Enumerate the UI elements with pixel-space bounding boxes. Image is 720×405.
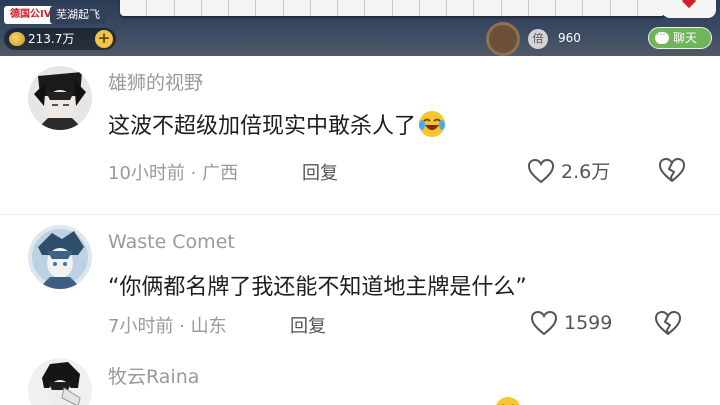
avatar[interactable] [28, 225, 92, 289]
heart-icon [530, 310, 558, 336]
card-row [120, 0, 665, 16]
dislike-button[interactable] [654, 310, 682, 340]
comment-username[interactable]: Waste Comet [108, 231, 235, 253]
meta-separator: · [173, 316, 191, 337]
game-screen-strip: 德国公IV 芜湖起飞 213.7万 + 倍960 聊天 [0, 0, 720, 56]
heart-icon [527, 158, 555, 183]
avatar-image [28, 225, 92, 289]
chat-bubble-icon [655, 26, 669, 46]
crying-laughing-emoji-icon [496, 397, 520, 405]
reply-button[interactable]: 回复 [290, 312, 326, 338]
coin-amount: 213.7万 [28, 32, 75, 46]
dislike-button[interactable] [658, 157, 686, 187]
multiplier-icon: 倍 [528, 28, 548, 49]
like-count: 2.6万 [561, 161, 611, 183]
add-coins-button[interactable]: + [95, 30, 113, 48]
comment-text: 这波不超级加倍现实中敢杀人了 [108, 108, 446, 140]
comment-time: 10小时前 [108, 163, 185, 184]
chat-label: 聊天 [673, 31, 698, 45]
multiplier-value: 960 [558, 31, 581, 45]
crying-laughing-emoji-icon [419, 111, 446, 137]
like-count: 1599 [564, 312, 613, 334]
broken-heart-icon [655, 310, 682, 335]
comment-text: “你俩都名牌了我还能不知道地主牌是什么” [108, 275, 527, 300]
comment-item: 雄狮的视野 这波不超级加倍现实中敢杀人了 10小时前 · 广西 回复 2.6万 [0, 56, 720, 206]
avatar[interactable] [28, 66, 92, 130]
comment-username[interactable]: 雄狮的视野 [108, 68, 203, 95]
comment-meta: 7小时前 · 山东 [108, 312, 227, 338]
comment-item: Waste Comet “你俩都名牌了我还能不知道地主牌是什么” 7小时前 · … [0, 215, 720, 350]
avatar[interactable] [28, 358, 92, 405]
comment-region: 山东 [190, 316, 227, 337]
diamond-card [662, 0, 716, 18]
avatar-image [28, 358, 92, 405]
multiplier-display: 倍 960 [528, 27, 602, 49]
like-button[interactable]: 1599 [530, 310, 612, 336]
coin-balance: 213.7万 + [4, 28, 116, 50]
comment-meta: 10小时前 · 广西 [108, 159, 238, 185]
like-button[interactable]: 2.6万 [527, 157, 610, 184]
reply-button[interactable]: 回复 [302, 159, 338, 185]
chat-button[interactable]: 聊天 [648, 26, 712, 49]
meta-separator: · [184, 163, 203, 184]
comment-region: 广西 [202, 163, 239, 184]
table-ornament [486, 22, 520, 56]
comment-text-body: 这波不超级加倍现实中敢杀人了 [108, 114, 417, 139]
comment-username[interactable]: 牧云Raina [108, 362, 199, 389]
coin-icon [9, 32, 25, 46]
avatar-image [28, 66, 92, 130]
comment-time: 7小时前 [108, 316, 174, 337]
comment-item: 牧云Raina [0, 350, 720, 405]
player-name: 芜湖起飞 [50, 6, 106, 24]
broken-heart-icon [659, 157, 686, 182]
